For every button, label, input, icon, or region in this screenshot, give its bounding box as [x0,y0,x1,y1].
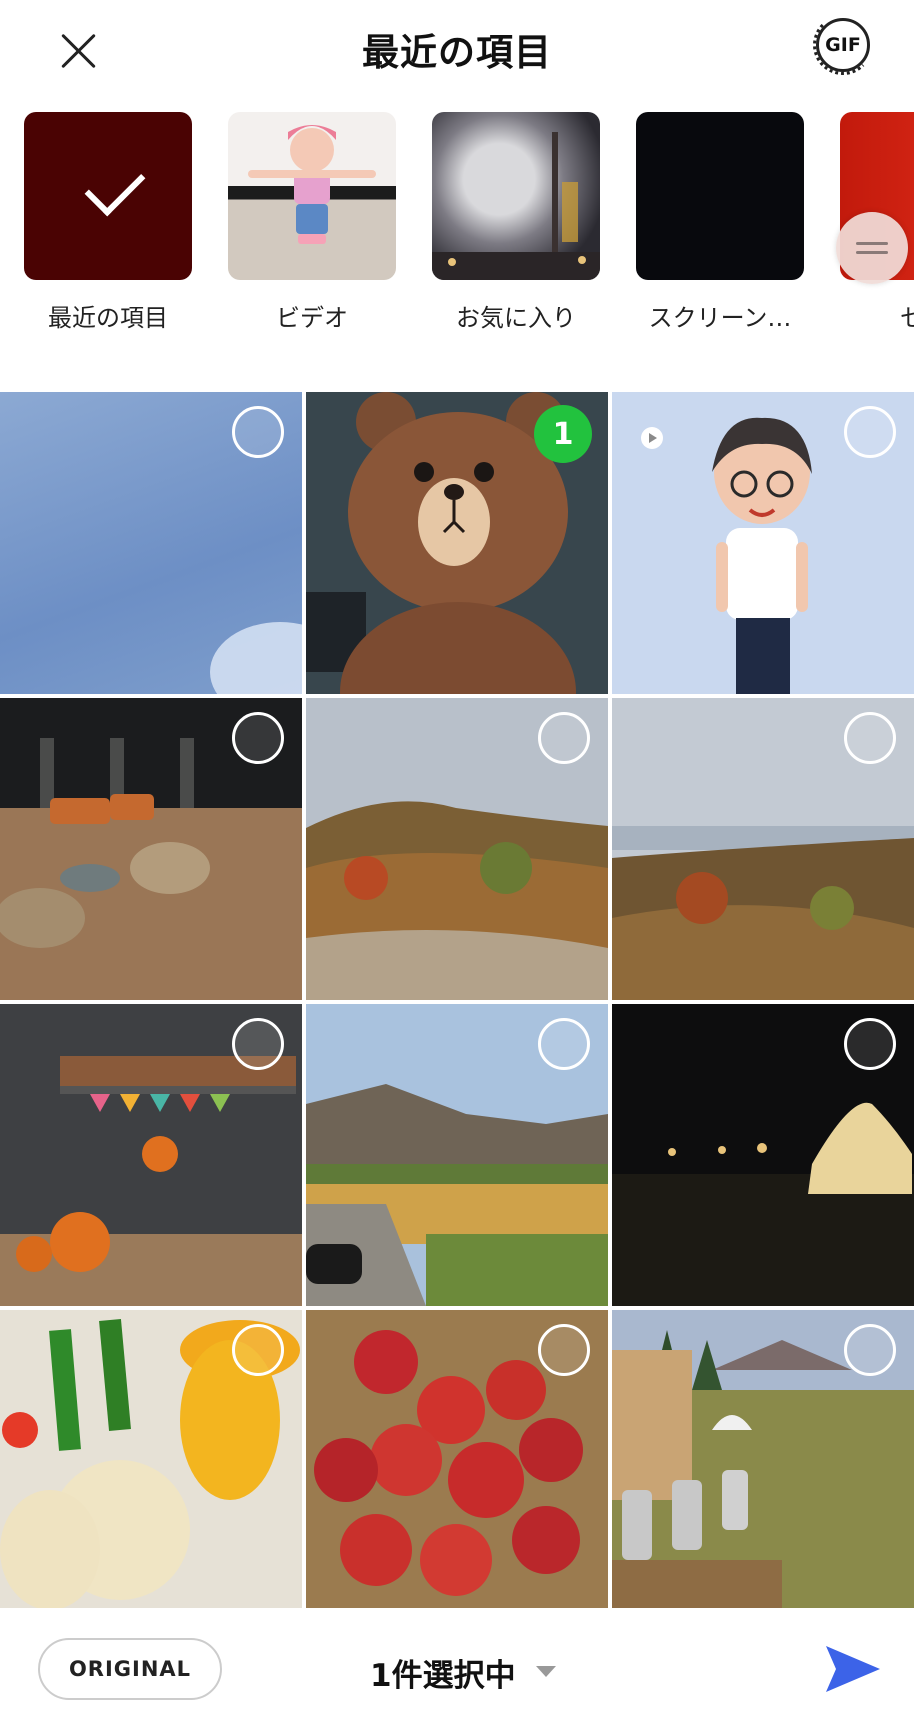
photo-tile[interactable] [612,1004,914,1306]
select-circle[interactable] [538,1018,590,1070]
album-thumb [432,112,600,280]
photo-tile[interactable] [306,1310,608,1612]
album-thumb [636,112,804,280]
album-recent[interactable]: 最近の項目 [22,112,194,333]
select-circle[interactable] [844,406,896,458]
photo-tile[interactable] [306,1004,608,1306]
album-label: 最近の項目 [48,304,168,332]
photo-tile[interactable] [612,1310,914,1612]
select-circle[interactable] [538,1324,590,1376]
selection-count[interactable]: 1件選択中 [370,1650,516,1695]
photo-tile[interactable] [0,1310,302,1612]
album-video[interactable]: ビデオ [226,112,398,333]
album-label: ビデオ [276,304,348,332]
header: 最近の項目 GIF [0,0,914,100]
checkmark-icon [84,155,146,217]
snowy-tree-image [432,132,600,280]
send-icon[interactable] [824,1640,882,1698]
gif-button[interactable]: GIF [813,15,873,75]
select-circle[interactable] [538,712,590,764]
original-quality-button[interactable]: ORIGINAL [38,1638,222,1700]
album-thumb [24,112,192,280]
photo-tile[interactable] [0,698,302,1000]
select-circle[interactable] [844,1324,896,1376]
select-circle[interactable] [232,1324,284,1376]
select-circle[interactable] [232,406,284,458]
photo-tile[interactable] [0,1004,302,1306]
avatar-girl-image [248,125,376,244]
selected-order-badge[interactable]: 1 [534,405,592,463]
photo-tile[interactable] [612,698,914,1000]
album-label: セル [900,304,914,332]
select-circle[interactable] [232,1018,284,1070]
bottom-bar: ORIGINAL 1件選択中 [0,1608,914,1724]
album-thumb [228,112,396,280]
select-circle[interactable] [844,712,896,764]
gif-ring-icon [813,15,873,75]
photo-tile[interactable] [0,392,302,694]
album-favorites[interactable]: お気に入り [430,112,602,333]
photo-tile[interactable]: 1 [306,392,608,694]
album-strip[interactable]: 最近の項目 ビデオ お気に入り スクリーン… セ [0,110,914,350]
chevron-down-icon[interactable] [536,1666,556,1677]
album-label: スクリーン… [648,304,792,332]
photo-tile[interactable] [306,698,608,1000]
album-label: お気に入り [456,304,576,332]
album-screenshots[interactable]: スクリーン… [634,112,806,333]
cloud-shape [210,622,302,694]
photo-tile[interactable] [612,392,914,694]
select-circle[interactable] [844,1018,896,1070]
page-title: 最近の項目 [362,31,552,74]
select-circle[interactable] [232,712,284,764]
reorder-handle-icon[interactable] [836,212,908,284]
